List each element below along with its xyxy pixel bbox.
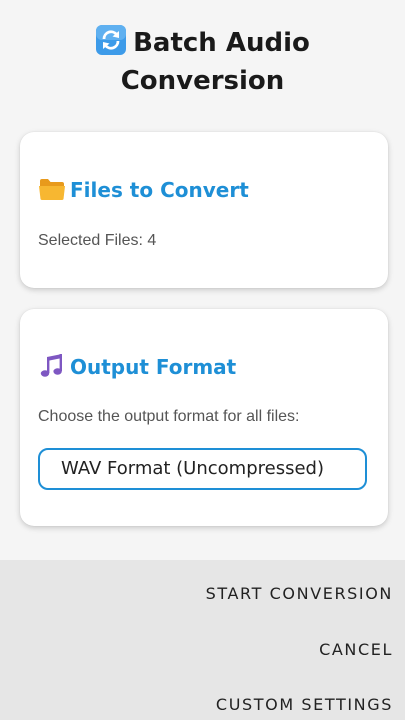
output-format-select[interactable]: WAV Format (Uncompressed) [38, 448, 367, 490]
folder-icon [38, 176, 66, 202]
files-card-heading: Files to Convert [38, 176, 249, 202]
batch-conversion-screen: Batch Audio Conversion Files to Convert … [0, 0, 405, 720]
format-description: Choose the output format for all files: [38, 408, 300, 425]
format-card: Output Format Choose the output format f… [20, 309, 388, 526]
selected-files-count: Selected Files: 4 [38, 232, 157, 249]
start-conversion-button[interactable]: START CONVERSION [206, 584, 393, 603]
format-card-heading: Output Format [38, 353, 236, 379]
title-line-1: Batch Audio [133, 28, 310, 58]
files-card-title: Files to Convert [70, 178, 249, 202]
files-card: Files to Convert Selected Files: 4 [20, 132, 388, 288]
format-card-title: Output Format [70, 355, 237, 379]
refresh-arrows-icon [95, 24, 127, 56]
custom-settings-button[interactable]: CUSTOM SETTINGS [216, 695, 393, 714]
title-line-2: Conversion [120, 66, 285, 96]
page-title: Batch Audio Conversion [0, 24, 405, 100]
cancel-button[interactable]: CANCEL [319, 640, 393, 659]
music-notes-icon [38, 353, 66, 379]
